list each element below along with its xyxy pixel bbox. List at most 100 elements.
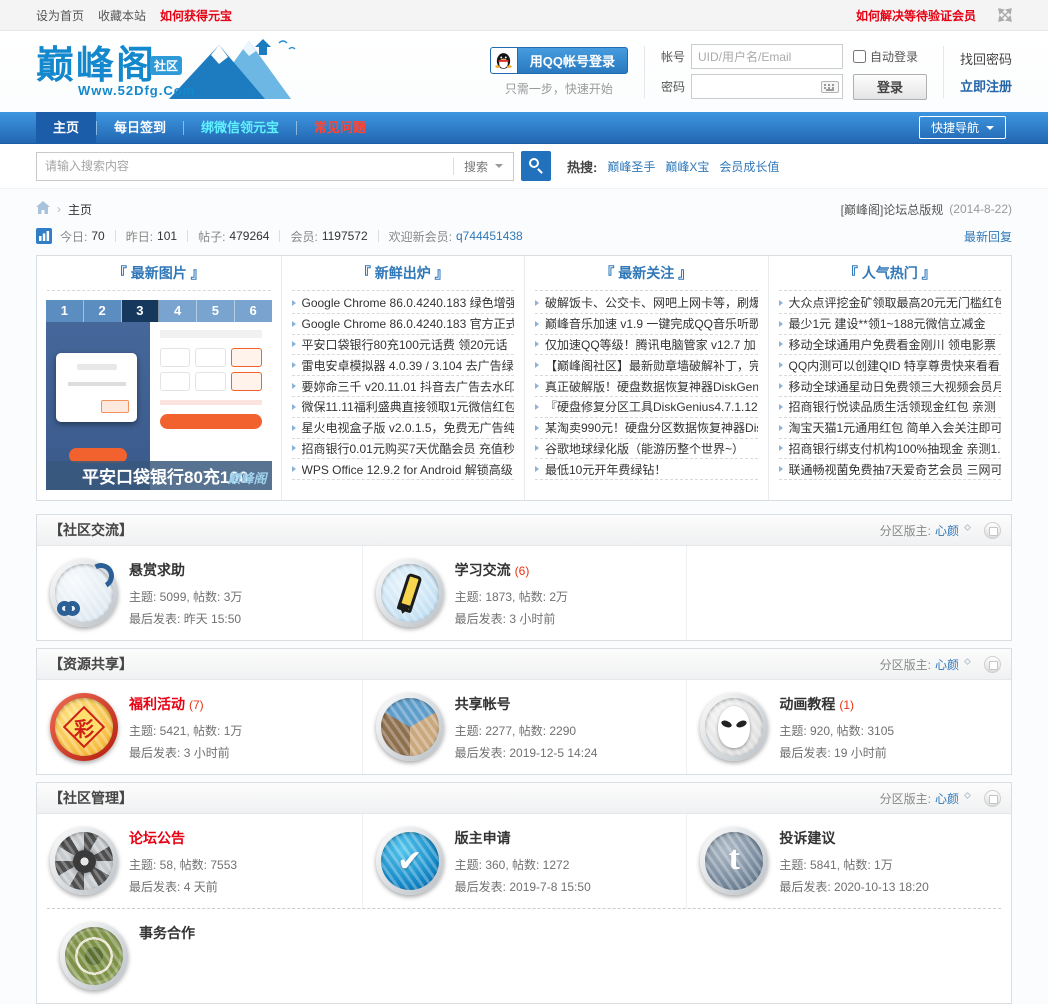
forum-rules-link[interactable]: [巅峰阁]论坛总版规 [841,201,944,218]
verify-help-link[interactable]: 如何解决等待验证会员 [856,7,976,24]
home-icon[interactable] [36,201,50,217]
latest-reply-link[interactable]: 最新回复 [964,228,1012,245]
arrow-bullet-icon [535,466,539,472]
auto-login-checkbox[interactable] [853,50,866,63]
site-logo[interactable]: 巅峰阁社区 Www.52Dfg.Com [36,43,336,101]
last-post-time[interactable]: 2020-10-13 18:20 [834,880,929,894]
list-item[interactable]: 雷电安卓模拟器 4.0.39 / 3.104 去广告绿 [292,355,515,376]
quick-nav-button[interactable]: 快捷导航 [919,116,1006,139]
forum-title[interactable]: 论坛公告 [129,830,185,846]
collapse-button[interactable] [984,790,1001,807]
keyboard-icon[interactable] [821,81,839,93]
forum-title[interactable]: 事务合作 [139,925,195,941]
bookmark-link[interactable]: 收藏本站 [98,7,146,24]
list-item[interactable]: 星火电视盒子版 v2.0.1.5，免费无广告纯 [292,418,515,439]
list-item[interactable]: 移动全球通星动日免费领三大视频会员月 [779,376,1002,397]
pencil-icon[interactable] [376,559,444,627]
search-button[interactable] [521,151,551,181]
hot-search-link-1[interactable]: 巅峰圣手 [607,158,655,175]
moderator-link[interactable]: 心颜 [935,790,959,807]
list-item[interactable]: 移动全球通用户免费看金刚川 领电影票 [779,335,1002,356]
search-input[interactable] [37,159,453,173]
list-item[interactable]: 最低10元开年费绿钻！ [535,459,758,480]
set-homepage-link[interactable]: 设为首页 [36,7,84,24]
register-link[interactable]: 立即注册 [960,76,1012,95]
list-item[interactable]: 招商银行0.01元购买7天优酷会员 充值秒 [292,439,515,460]
search-type-select[interactable]: 搜索 [453,158,513,175]
list-item[interactable]: WPS Office 12.9.2 for Android 解锁高级 [292,459,515,480]
list-item[interactable]: QQ内测可以创建QID 特享尊贵快来看看 [779,355,1002,376]
list-item[interactable]: 联通畅视菌免费抽7天爱奇艺会员 三网可 [779,459,1002,480]
list-item[interactable]: 破解饭卡、公交卡、网吧上网卡等，刷爆 [535,293,758,314]
slider-tab[interactable]: 6 [235,300,272,322]
list-item[interactable]: 大众点评挖金矿领取最高20元无门槛红包 [779,293,1002,314]
list-item[interactable]: 真正破解版！硬盘数据恢复神器DiskGeni [535,376,758,397]
green-rings-icon[interactable] [60,922,128,990]
arrow-bullet-icon [779,300,783,306]
arrow-bullet-icon [535,362,539,368]
last-post-time[interactable]: 2019-7-8 15:50 [509,880,590,894]
nav-item-daily-signin[interactable]: 每日签到 [97,112,183,144]
slider-tab[interactable]: 4 [159,300,197,322]
login-button[interactable]: 登录 [853,74,927,100]
slider-tab[interactable]: 1 [46,300,84,322]
nav-item-faq[interactable]: 常见问题 [297,112,383,144]
last-post-time[interactable]: 4 天前 [184,880,218,894]
nav-item-home[interactable]: 主页 [36,112,96,144]
section-resources: 【资源共享】 分区版主: 心颜 彩 福利活动(7) 主题: 5421, 帖数: … [36,648,1012,775]
find-password-link[interactable]: 找回密码 [960,49,1012,68]
expand-arrows-icon[interactable] [998,8,1012,22]
list-item[interactable]: 招商银行绑支付机构100%抽现金 亲测1. [779,439,1002,460]
letter-t-icon[interactable]: t [700,827,768,895]
forum-title[interactable]: 版主申请 [455,830,511,846]
forum-title[interactable]: 学习交流 [455,562,511,578]
moderator-link[interactable]: 心颜 [935,522,959,539]
list-item[interactable]: 招商银行悦读品质生活领现金红包 亲测 [779,397,1002,418]
newest-member-link[interactable]: q744451438 [456,229,523,243]
qq-login-button[interactable]: 用QQ帐号登录 [490,47,628,74]
get-yuanbao-link[interactable]: 如何获得元宝 [160,7,232,24]
lottery-icon[interactable]: 彩 [50,693,118,761]
forum-title[interactable]: 动画教程 [779,696,835,712]
last-post-time[interactable]: 昨天 15:50 [184,612,241,626]
last-post-time[interactable]: 2019-12-5 14:24 [509,746,597,760]
list-item[interactable]: 要妳命三千 v20.11.01 抖音去广告去水印 [292,376,515,397]
hot-search-link-2[interactable]: 巅峰X宝 [665,158,709,175]
list-item[interactable]: 某淘卖990元！硬盘分区数据恢复神器Dis [535,418,758,439]
slider-tab[interactable]: 5 [197,300,235,322]
list-item[interactable]: Google Chrome 86.0.4240.183 官方正式 [292,314,515,335]
collapse-button[interactable] [984,656,1001,673]
share-globe-icon[interactable] [376,693,444,761]
account-input[interactable] [691,44,843,69]
list-item[interactable]: 巅峰音乐加速 v1.9 一键完成QQ音乐听歌 [535,314,758,335]
list-item[interactable]: 【巅峰阁社区】最新勋章墙破解补丁，完 [535,355,758,376]
list-item[interactable]: 平安口袋银行80充100元话费 领20元话 [292,335,515,356]
list-item[interactable]: 仅加速QQ等级！腾讯电脑管家 v12.7 加 [535,335,758,356]
slider-tab[interactable]: 2 [84,300,122,322]
nav-item-wechat-yuanbao[interactable]: 绑微信领元宝 [184,112,296,144]
auto-login-option[interactable]: 自动登录 [853,48,918,65]
collapse-button[interactable] [984,522,1001,539]
forum-title[interactable]: 福利活动 [129,696,185,712]
list-item[interactable]: 淘宝天猫1元通用红包 简单入会关注即可 [779,418,1002,439]
list-item[interactable]: 微保11.11福利盛典直接领取1元微信红包 [292,397,515,418]
last-post-time[interactable]: 3 小时前 [184,746,230,760]
moderator-link[interactable]: 心颜 [935,656,959,673]
image-slider[interactable]: 123456 平安口袋银行80充100 巅峰阁 [46,300,272,490]
last-post-time[interactable]: 19 小时前 [834,746,887,760]
slider-tab[interactable]: 3 [122,300,160,322]
list-item[interactable]: 谷歌地球绿化版（能游历整个世界~） [535,439,758,460]
list-item[interactable]: 最少1元 建设**领1~188元微信立减金 [779,314,1002,335]
forum-title[interactable]: 悬赏求助 [129,562,185,578]
list-item[interactable]: 『硬盘修复分区工具DiskGenius4.7.1.127 [535,397,758,418]
forum-title[interactable]: 投诉建议 [779,830,835,846]
rings-icon[interactable] [50,559,118,627]
wheel-icon[interactable] [50,827,118,895]
breadcrumb-home[interactable]: 主页 [68,201,92,218]
mask-icon[interactable] [700,693,768,761]
forum-title[interactable]: 共享帐号 [455,696,511,712]
list-item[interactable]: Google Chrome 86.0.4240.183 绿色增强 [292,293,515,314]
hot-search-link-3[interactable]: 会员成长值 [719,158,779,175]
check-icon[interactable]: ✔ [376,827,444,895]
last-post-time[interactable]: 3 小时前 [509,612,555,626]
